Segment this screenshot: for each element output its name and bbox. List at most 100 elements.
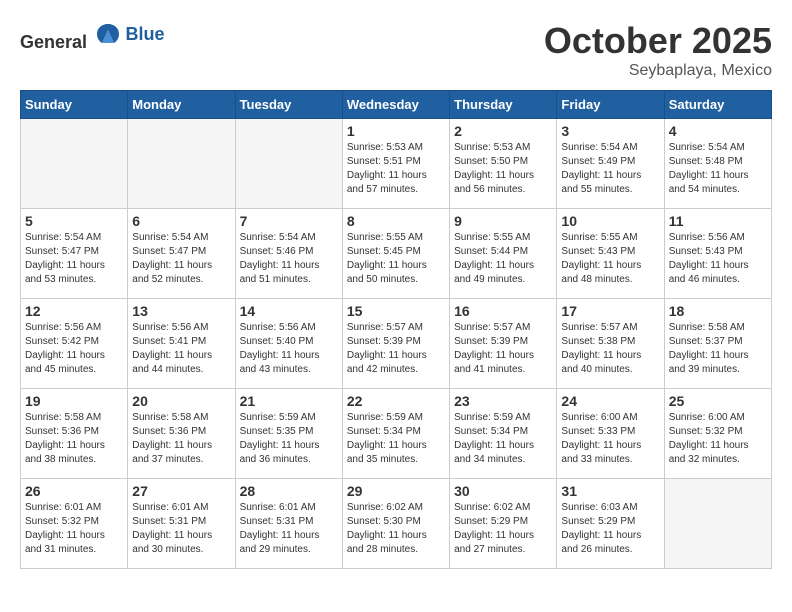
calendar-cell: 22 Sunrise: 5:59 AMSunset: 5:34 PMDayligh…	[342, 389, 449, 479]
day-info: Sunrise: 5:56 AMSunset: 5:40 PMDaylight:…	[240, 321, 338, 377]
day-info: Sunrise: 5:59 AMSunset: 5:35 PMDaylight:…	[240, 411, 338, 467]
day-info: Sunrise: 6:01 AMSunset: 5:32 PMDaylight:…	[25, 501, 123, 557]
day-number: 31	[561, 483, 659, 499]
calendar-cell: 17 Sunrise: 5:57 AMSunset: 5:38 PMDayligh…	[557, 299, 664, 389]
day-number: 18	[669, 303, 767, 319]
calendar-cell: 29Sunrise: 6:02 AMSunset: 5:30 PMDayligh…	[342, 479, 449, 569]
day-number: 12	[25, 303, 123, 319]
calendar-cell: 21 Sunrise: 5:59 AMSunset: 5:35 PMDayligh…	[235, 389, 342, 479]
calendar-cell: 31 Sunrise: 6:03 AMSunset: 5:29 PMDayligh…	[557, 479, 664, 569]
day-number: 6	[132, 213, 230, 229]
day-number: 8	[347, 213, 445, 229]
day-number: 27	[132, 483, 230, 499]
day-number: 3	[561, 123, 659, 139]
calendar-cell	[664, 479, 771, 569]
day-info: Sunrise: 5:58 AMSunset: 5:37 PMDaylight:…	[669, 321, 767, 377]
title-block: October 2025 Seybaplaya, Mexico	[544, 20, 772, 80]
day-number: 14	[240, 303, 338, 319]
day-number: 26	[25, 483, 123, 499]
day-number: 25	[669, 393, 767, 409]
day-info: Sunrise: 5:59 AMSunset: 5:34 PMDaylight:…	[454, 411, 552, 467]
calendar-cell: 27Sunrise: 6:01 AMSunset: 5:31 PMDayligh…	[128, 479, 235, 569]
weekday-header: Monday	[128, 91, 235, 119]
day-number: 19	[25, 393, 123, 409]
calendar-cell: 28 Sunrise: 6:01 AMSunset: 5:31 PMDayligh…	[235, 479, 342, 569]
day-info: Sunrise: 5:54 AMSunset: 5:47 PMDaylight:…	[25, 231, 123, 287]
weekday-header: Tuesday	[235, 91, 342, 119]
day-info: Sunrise: 5:53 AMSunset: 5:51 PMDaylight:…	[347, 141, 445, 197]
calendar-cell: 15 Sunrise: 5:57 AMSunset: 5:39 PMDayligh…	[342, 299, 449, 389]
weekday-header: Sunday	[21, 91, 128, 119]
calendar-cell: 26 Sunrise: 6:01 AMSunset: 5:32 PMDayligh…	[21, 479, 128, 569]
day-number: 10	[561, 213, 659, 229]
calendar-cell: 24Sunrise: 6:00 AMSunset: 5:33 PMDayligh…	[557, 389, 664, 479]
day-info: Sunrise: 6:00 AMSunset: 5:33 PMDaylight:…	[561, 411, 659, 467]
day-number: 15	[347, 303, 445, 319]
day-number: 11	[669, 213, 767, 229]
logo-blue: Blue	[126, 24, 165, 45]
day-number: 9	[454, 213, 552, 229]
calendar-cell: 13Sunrise: 5:56 AMSunset: 5:41 PMDayligh…	[128, 299, 235, 389]
day-info: Sunrise: 5:55 AMSunset: 5:44 PMDaylight:…	[454, 231, 552, 287]
day-number: 5	[25, 213, 123, 229]
day-info: Sunrise: 6:02 AMSunset: 5:29 PMDaylight:…	[454, 501, 552, 557]
calendar-week-row: 1 Sunrise: 5:53 AMSunset: 5:51 PMDaylight…	[21, 119, 772, 209]
day-number: 23	[454, 393, 552, 409]
day-info: Sunrise: 6:02 AMSunset: 5:30 PMDaylight:…	[347, 501, 445, 557]
day-info: Sunrise: 5:57 AMSunset: 5:39 PMDaylight:…	[347, 321, 445, 377]
calendar-cell: 30Sunrise: 6:02 AMSunset: 5:29 PMDayligh…	[450, 479, 557, 569]
page-header: General Blue October 2025 Seybaplaya, Me…	[20, 20, 772, 80]
calendar-cell: 11 Sunrise: 5:56 AMSunset: 5:43 PMDayligh…	[664, 209, 771, 299]
logo-general: General	[20, 32, 87, 52]
calendar-cell: 20 Sunrise: 5:58 AMSunset: 5:36 PMDayligh…	[128, 389, 235, 479]
calendar-cell: 6 Sunrise: 5:54 AMSunset: 5:47 PMDaylight…	[128, 209, 235, 299]
day-info: Sunrise: 5:53 AMSunset: 5:50 PMDaylight:…	[454, 141, 552, 197]
calendar-week-row: 26 Sunrise: 6:01 AMSunset: 5:32 PMDayligh…	[21, 479, 772, 569]
day-number: 21	[240, 393, 338, 409]
day-number: 20	[132, 393, 230, 409]
calendar-cell: 5 Sunrise: 5:54 AMSunset: 5:47 PMDaylight…	[21, 209, 128, 299]
day-info: Sunrise: 5:54 AMSunset: 5:46 PMDaylight:…	[240, 231, 338, 287]
weekday-header: Saturday	[664, 91, 771, 119]
calendar-week-row: 19 Sunrise: 5:58 AMSunset: 5:36 PMDayligh…	[21, 389, 772, 479]
weekday-header: Thursday	[450, 91, 557, 119]
calendar-cell: 16 Sunrise: 5:57 AMSunset: 5:39 PMDayligh…	[450, 299, 557, 389]
calendar-cell: 23 Sunrise: 5:59 AMSunset: 5:34 PMDayligh…	[450, 389, 557, 479]
day-info: Sunrise: 5:59 AMSunset: 5:34 PMDaylight:…	[347, 411, 445, 467]
day-info: Sunrise: 5:58 AMSunset: 5:36 PMDaylight:…	[132, 411, 230, 467]
day-number: 13	[132, 303, 230, 319]
calendar-cell: 8Sunrise: 5:55 AMSunset: 5:45 PMDaylight…	[342, 209, 449, 299]
day-number: 4	[669, 123, 767, 139]
day-info: Sunrise: 5:57 AMSunset: 5:38 PMDaylight:…	[561, 321, 659, 377]
day-info: Sunrise: 5:56 AMSunset: 5:42 PMDaylight:…	[25, 321, 123, 377]
calendar-cell	[128, 119, 235, 209]
calendar-cell: 2 Sunrise: 5:53 AMSunset: 5:50 PMDaylight…	[450, 119, 557, 209]
day-number: 22	[347, 393, 445, 409]
weekday-header: Wednesday	[342, 91, 449, 119]
calendar-cell: 9 Sunrise: 5:55 AMSunset: 5:44 PMDaylight…	[450, 209, 557, 299]
day-info: Sunrise: 5:54 AMSunset: 5:48 PMDaylight:…	[669, 141, 767, 197]
day-number: 17	[561, 303, 659, 319]
day-number: 16	[454, 303, 552, 319]
day-info: Sunrise: 6:03 AMSunset: 5:29 PMDaylight:…	[561, 501, 659, 557]
calendar-cell: 18 Sunrise: 5:58 AMSunset: 5:37 PMDayligh…	[664, 299, 771, 389]
day-info: Sunrise: 5:58 AMSunset: 5:36 PMDaylight:…	[25, 411, 123, 467]
day-number: 1	[347, 123, 445, 139]
day-info: Sunrise: 5:55 AMSunset: 5:43 PMDaylight:…	[561, 231, 659, 287]
calendar-cell: 3Sunrise: 5:54 AMSunset: 5:49 PMDaylight…	[557, 119, 664, 209]
day-number: 2	[454, 123, 552, 139]
calendar-cell: 19 Sunrise: 5:58 AMSunset: 5:36 PMDayligh…	[21, 389, 128, 479]
day-info: Sunrise: 5:54 AMSunset: 5:47 PMDaylight:…	[132, 231, 230, 287]
calendar-week-row: 12 Sunrise: 5:56 AMSunset: 5:42 PMDayligh…	[21, 299, 772, 389]
day-info: Sunrise: 6:01 AMSunset: 5:31 PMDaylight:…	[240, 501, 338, 557]
calendar-table: SundayMondayTuesdayWednesdayThursdayFrid…	[20, 90, 772, 569]
day-number: 7	[240, 213, 338, 229]
weekday-header: Friday	[557, 91, 664, 119]
day-info: Sunrise: 5:56 AMSunset: 5:43 PMDaylight:…	[669, 231, 767, 287]
calendar-cell	[235, 119, 342, 209]
month-title: October 2025	[544, 20, 772, 62]
day-info: Sunrise: 6:00 AMSunset: 5:32 PMDaylight:…	[669, 411, 767, 467]
calendar-cell: 10 Sunrise: 5:55 AMSunset: 5:43 PMDayligh…	[557, 209, 664, 299]
day-info: Sunrise: 5:57 AMSunset: 5:39 PMDaylight:…	[454, 321, 552, 377]
day-number: 28	[240, 483, 338, 499]
